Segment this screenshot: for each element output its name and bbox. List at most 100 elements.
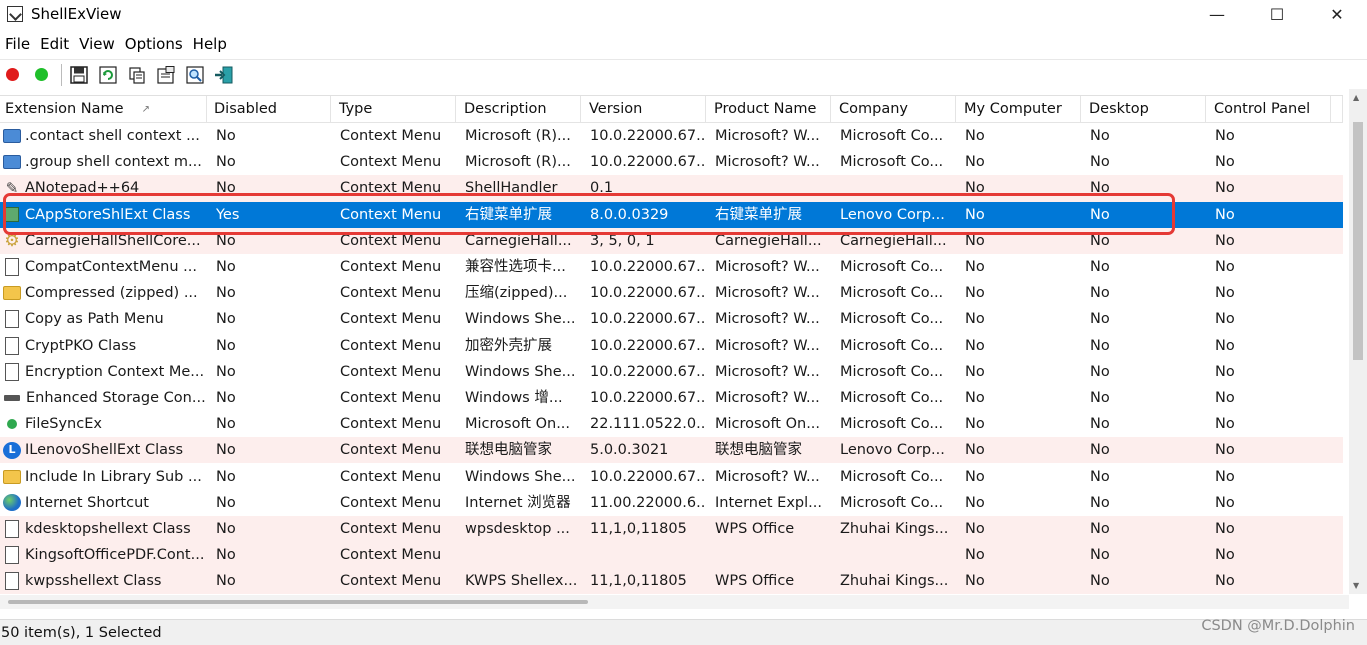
table-row[interactable]: Enhanced Storage Con... No Context Menu Win… [0,385,1343,411]
exit-icon [215,66,233,83]
extension-name-text: ANotepad++64 [25,180,140,197]
col-my-computer[interactable]: My Computer [956,96,1081,123]
col-product-name[interactable]: Product Name [706,96,831,123]
cell-name: kdesktopshellext Class [0,516,207,542]
cell-product: Microsoft? W... [715,468,820,485]
cell-mycomp: No [965,468,985,485]
cell-disabled: Yes [216,206,240,223]
cell-name: CompatContextMenu ... [0,254,207,280]
cell-product: Internet Expl... [715,494,822,511]
menu-help[interactable]: Help [188,35,232,53]
horizontal-scrollbar[interactable] [0,595,1349,609]
cell-mycomp: No [965,573,985,590]
table-row[interactable]: CAppStoreShlExt Class Yes Context Menu 右键菜单… [0,201,1343,228]
cell-version: 11,1,0,11805 [590,573,687,590]
cell-product: WPS Office [715,573,795,590]
table-row[interactable]: .contact shell context ... No Context Menu… [0,123,1343,149]
table-row[interactable]: ⚙ CarnegieHallShellCore... No Context Menu C… [0,227,1343,254]
col-company[interactable]: Company [831,96,956,123]
cell-disabled: No [216,573,236,590]
table-row[interactable]: L ILenovoShellExt Class No Context Menu 联想电脑… [0,437,1343,464]
find-icon [186,65,204,84]
cell-name: L ILenovoShellExt Class [0,437,207,463]
properties-button[interactable] [155,64,177,86]
cell-cpanel: No [1215,494,1235,511]
cell-mycomp: No [965,206,985,223]
cell-type: Context Menu [340,206,442,223]
col-version[interactable]: Version [581,96,706,123]
refresh-button[interactable] [97,64,119,86]
cell-product: Microsoft? W... [715,154,820,171]
table-row[interactable]: KingsoftOfficePDF.Cont... No Context Menu N… [0,542,1343,569]
table-row[interactable]: Internet Shortcut No Context Menu Internet … [0,490,1343,516]
extension-name-text: kwpsshellext Class [25,573,162,590]
cell-version: 10.0.22000.67... [590,468,706,485]
table-row[interactable]: FileSyncEx No Context Menu Microsoft On... 2… [0,411,1343,437]
vertical-scroll-thumb[interactable] [1353,122,1363,360]
table-row[interactable]: Compressed (zipped) ... No Context Menu 压缩(… [0,280,1343,306]
disable-button[interactable] [1,64,23,86]
col-desktop[interactable]: Desktop [1081,96,1206,123]
cell-cpanel: No [1215,416,1235,433]
copy-icon [129,66,145,84]
scroll-down-icon[interactable]: ▼ [1353,581,1359,590]
table-row[interactable]: kdesktopshellext Class No Context Menu wpsd… [0,515,1343,542]
cell-name: kwpsshellext Class [0,568,207,594]
table-row[interactable]: ✎ ANotepad++64 No Context Menu ShellHandler 0… [0,175,1343,202]
cell-desc: 兼容性选项卡... [465,259,566,276]
maximize-button[interactable]: ☐ [1247,0,1307,28]
cell-disabled: No [216,311,236,328]
green-dot-icon [34,68,48,81]
cell-type: Context Menu [340,363,442,380]
find-button[interactable] [184,64,206,86]
drive-icon [4,394,20,401]
menu-file[interactable]: File [0,35,35,53]
col-description[interactable]: Description [456,96,581,123]
close-button[interactable]: ✕ [1307,0,1367,28]
table-row[interactable]: CryptPKO Class No Context Menu 加密外壳扩展 10.0.2… [0,333,1343,359]
toolbar [0,59,1367,89]
col-control-panel[interactable]: Control Panel [1206,96,1331,123]
cell-type: Context Menu [340,285,442,302]
cell-product: Microsoft? W... [715,128,820,145]
vertical-scrollbar[interactable]: ▲ ▼ [1349,89,1367,594]
table-row[interactable]: Encryption Context Me... No Context Menu Wi… [0,359,1343,385]
extension-name-text: ILenovoShellExt Class [25,442,184,459]
cell-company: Microsoft Co... [840,337,944,354]
table-row[interactable]: Copy as Path Menu No Context Menu Windows S… [0,306,1343,332]
menu-view[interactable]: View [74,35,120,53]
table-row[interactable]: .group shell context m... No Context Menu M… [0,149,1343,175]
cell-name: CryptPKO Class [0,333,207,359]
cell-disabled: No [216,494,236,511]
minimize-button[interactable]: — [1187,0,1247,28]
floppy-icon [70,65,88,84]
menu-edit[interactable]: Edit [35,35,74,53]
table-row[interactable]: kwpsshellext Class No Context Menu KWPS She… [0,568,1343,595]
table-row[interactable]: Include In Library Sub ... No Context Menu… [0,463,1343,489]
col-extension-name[interactable]: Extension Name ↗ [0,96,207,123]
cell-disabled: No [216,232,236,249]
col-type[interactable]: Type [331,96,456,123]
exit-button[interactable] [213,64,235,86]
save-button[interactable] [68,64,90,86]
col-disabled[interactable]: Disabled [207,96,331,123]
cell-company: Microsoft Co... [840,494,944,511]
cell-mycomp: No [965,442,985,459]
scroll-up-icon[interactable]: ▲ [1353,93,1359,102]
horizontal-scroll-thumb[interactable] [8,600,588,604]
cell-cpanel: No [1215,442,1235,459]
cell-mycomp: No [965,363,985,380]
document-icon [5,258,19,277]
cell-mycomp: No [965,547,985,564]
copy-button[interactable] [126,64,148,86]
cell-product: Microsoft On... [715,416,821,433]
table-row[interactable]: CompatContextMenu ... No Context Menu 兼容性选项… [0,254,1343,280]
menu-options[interactable]: Options [120,35,188,53]
document-icon [5,310,19,329]
cell-version: 10.0.22000.67... [590,337,706,354]
cell-desc: Microsoft On... [465,416,571,433]
cell-type: Context Menu [340,232,442,249]
enable-button[interactable] [30,64,52,86]
cell-cpanel: No [1215,206,1235,223]
cell-desktop: No [1090,206,1110,223]
